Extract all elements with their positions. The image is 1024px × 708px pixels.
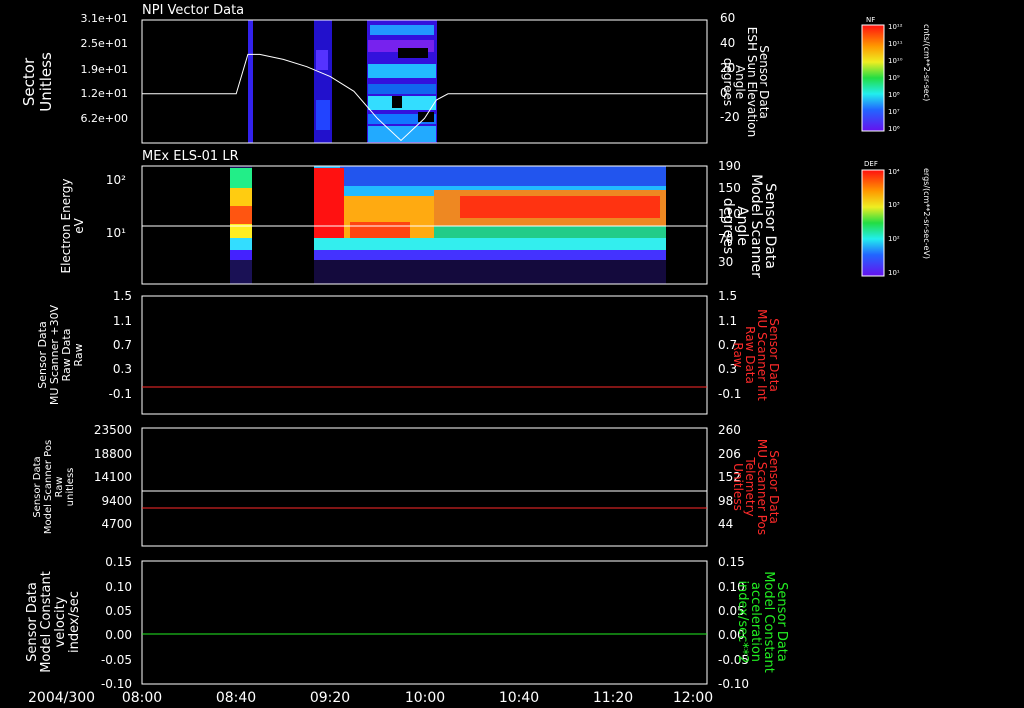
axis-label: Unitless [731,463,745,511]
x-tick-label: 11:20 [593,690,633,706]
tick-label: 14100 [94,470,132,484]
tick-label: 18800 [94,447,132,461]
tick-label: 150 [718,181,741,195]
panel-npi: NPI Vector Data 3.1e+01 2.5e+01 1.9e+01 … [20,3,771,144]
axis-label: Sector [20,57,38,106]
tick-label: 1.5 [113,289,132,303]
tick-label: 40 [720,36,735,50]
panel-els-title: MEx ELS-01 LR [142,149,239,164]
colorbar-unit: cnts/(cm**2-sr-sec) [922,24,931,101]
x-tick-label: 10:00 [405,690,445,706]
tick-label: 10¹² [888,23,903,31]
axis-label: Model Scanner Pos [43,440,54,534]
x-tick-label: 10:40 [499,690,539,706]
x-tick-label: 12:00 [673,690,713,706]
tick-label: 10⁹ [888,74,900,82]
tick-label: 4700 [101,517,132,531]
tick-label: -0.1 [109,387,132,401]
tick-label: 260 [718,423,741,437]
panel-mu-30v: 1.5 1.1 0.7 0.3 -0.1 1.5 1.1 0.7 0.3 -0.… [36,289,781,415]
colorbar-unit: ergs/(cm**2-sr-sec-eV) [922,168,931,259]
tick-label: 98 [718,494,733,508]
panel-els: MEx ELS-01 LR 10² 10¹ 190 150 110 70 30 … [59,149,778,285]
tick-label: 0.15 [718,555,745,569]
axis-label: degrees [721,58,735,106]
axis-label: Sensor Data [32,456,43,517]
axis-label: Raw [731,342,745,367]
tick-label: -0.10 [101,677,132,691]
tick-label: -0.10 [718,677,749,691]
tick-label: 10¹¹ [888,40,903,48]
colorbar-def: DEF 10⁴ 10³ 10² 10¹ ergs/(cm**2-sr-sec-e… [861,160,931,277]
axis-label: Model Constant [39,571,54,673]
x-tick-label: 08:40 [216,690,256,706]
panel-mu-30v-frame [141,295,708,415]
tick-label: 10⁴ [888,168,900,176]
tick-label: 10¹⁰ [888,57,903,65]
panel-model-constant-frame [141,560,708,685]
tick-label: 10³ [888,201,900,209]
tick-label: 10⁶ [888,125,900,133]
x-tick-label: 09:20 [310,690,350,706]
tick-label: 10² [888,235,900,243]
axis-label: Electron Energy [59,178,73,273]
colorbar-gradient [861,169,885,277]
axis-label: eV [72,217,86,233]
tick-label: 6.2e+00 [81,112,128,125]
panel-els-spectrogram [142,166,707,284]
tick-label: -20 [720,110,740,124]
axis-label: velocity [53,596,68,647]
axis-label: Sensor Data [25,582,40,662]
colorbar-label: DEF [864,160,878,168]
x-axis-date: 2004/300 [28,690,95,706]
tick-label: 1.9e+01 [81,63,128,76]
panel-model-constant: 0.15 0.10 0.05 0.00 -0.05 -0.10 0.15 0.1… [25,555,789,691]
tick-label: -0.05 [101,653,132,667]
panel-scanner-pos: 23500 18800 14100 9400 4700 260 206 152 … [32,423,781,547]
axis-label: unitless [65,468,76,507]
panel-npi-title: NPI Vector Data [142,3,244,18]
tick-label: 10⁸ [888,91,900,99]
tick-label: 0.10 [105,580,132,594]
tick-label: 1.1 [113,314,132,328]
tick-label: 0.05 [105,604,132,618]
panel-scanner-pos-frame [141,427,708,547]
tick-label: 1.2e+01 [81,87,128,100]
axis-label: degrees [720,198,736,254]
chart-canvas: NPI Vector Data 3.1e+01 2.5e+01 1.9e+01 … [20,3,931,706]
tick-label: 10¹ [106,226,126,240]
tick-label: 1.1 [718,314,737,328]
colorbar-label: NF [866,16,875,24]
tick-label: 44 [718,517,733,531]
axis-label: index/sec [67,591,82,653]
tick-label: 10⁷ [888,108,900,116]
tick-label: 0.00 [105,628,132,642]
tick-label: 60 [720,11,735,25]
x-tick-label: 08:00 [122,690,162,706]
tick-label: 1.5 [718,289,737,303]
tick-label: 190 [718,159,741,173]
axis-label: index/sec**2 [735,580,750,663]
axis-label: Unitless [37,52,55,112]
tick-label: 0.3 [113,362,132,376]
tick-label: 10¹ [888,269,900,277]
colorbar-gradient [861,24,885,132]
tick-label: 9400 [101,494,132,508]
tick-label: 206 [718,447,741,461]
axis-label: Raw [54,476,65,497]
tick-label: 3.1e+01 [81,12,128,25]
tick-label: 2.5e+01 [81,37,128,50]
tick-label: 30 [718,255,733,269]
x-axis: 2004/300 08:00 08:40 09:20 10:00 10:40 1… [28,690,713,706]
colorbar-nf: NF 10¹² 10¹¹ 10¹⁰ 10⁹ 10⁸ 10⁷ 10⁶ cnts/(… [861,16,931,133]
tick-label: 0.15 [105,555,132,569]
panel-npi-spectrogram [248,20,437,143]
axis-label: Raw [72,343,85,366]
tick-label: 0.7 [113,338,132,352]
tick-label: 23500 [94,423,132,437]
tick-label: -0.1 [718,387,741,401]
tick-label: 10² [106,173,126,187]
